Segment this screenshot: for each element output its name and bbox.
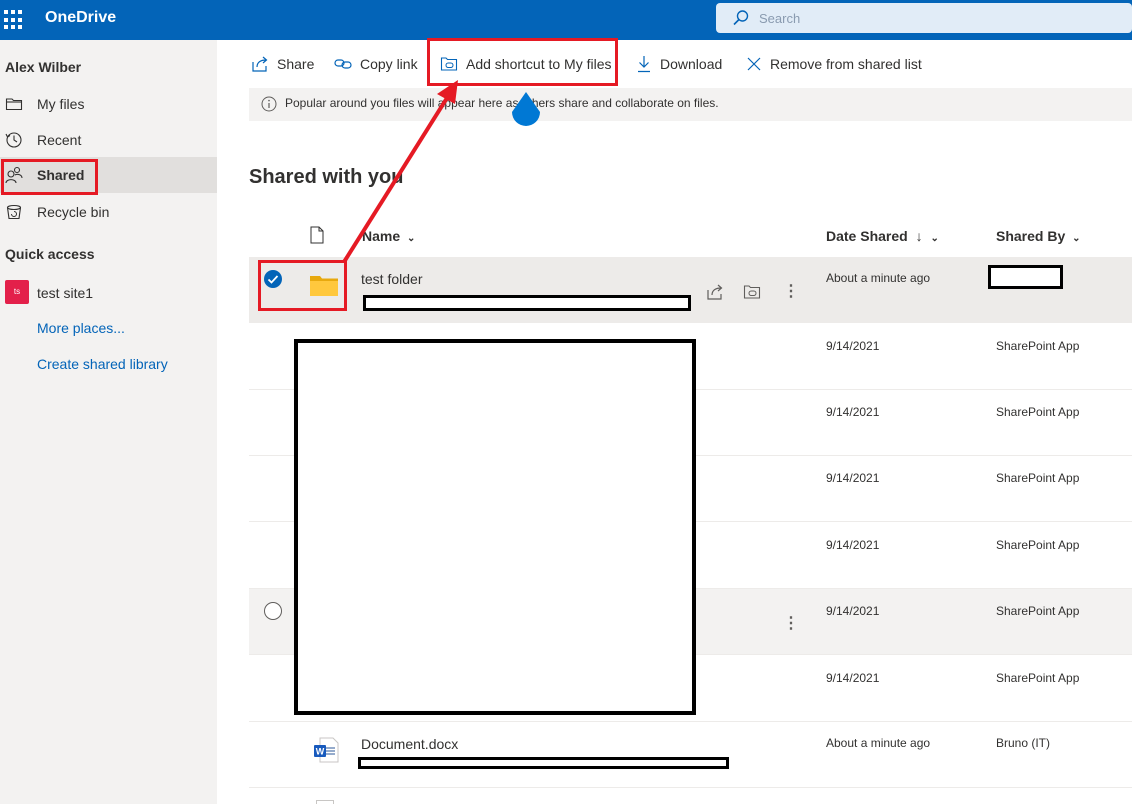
info-icon [261,96,277,112]
more-options-icon[interactable]: ⋮ [783,281,799,301]
folder-icon [5,98,23,111]
word-doc-icon: W [314,737,339,763]
column-date-label: Date Shared [826,228,908,244]
sidebar-item-label: Recycle bin [37,204,110,220]
row-shared-by: SharePoint App [996,471,1080,485]
remove-label: Remove from shared list [770,56,922,72]
user-name: Alex Wilber [5,59,82,75]
info-banner-text: Popular around you files will appear her… [285,96,719,110]
copy-link-label: Copy link [360,56,418,72]
info-banner: Popular around you files will appear her… [249,88,1132,121]
row-date: 9/14/2021 [826,604,880,618]
site-label: test site1 [37,285,94,301]
chevron-down-icon: ⌄ [1072,233,1081,244]
redaction-bar [988,265,1063,289]
create-shared-library-link[interactable]: Create shared library [37,356,168,372]
row-shared-by: SharePoint App [996,538,1080,552]
app-launcher-icon[interactable] [4,10,24,30]
column-by-label: Shared By [996,228,1066,244]
row-date: 9/14/2021 [826,471,880,485]
clock-icon [5,132,22,148]
chevron-down-icon: ⌄ [407,233,416,244]
download-icon [638,56,650,73]
row-name[interactable]: test folder [361,271,422,287]
share-icon [252,56,268,72]
search-box[interactable]: Search [716,3,1132,33]
redaction-bar [358,757,729,769]
search-icon [733,10,749,26]
share-label: Share [277,56,315,72]
row-shared-by: SharePoint App [996,604,1080,618]
file-type-icon[interactable] [310,226,324,244]
sidebar-item-recycle-bin[interactable]: Recycle bin [0,194,217,230]
add-shortcut-icon[interactable] [743,283,761,301]
download-label: Download [660,56,723,72]
download-button[interactable]: Download [636,53,722,75]
recycle-bin-icon [6,204,22,220]
top-bar: OneDrive Search [0,0,1132,40]
row-date: 9/14/2021 [826,339,880,353]
row-shared-by: SharePoint App [996,671,1080,685]
column-header-shared-by[interactable]: Shared By ⌄ [996,228,1081,244]
page-title: Shared with you [249,166,404,188]
link-icon [334,59,352,69]
row-date: About a minute ago [826,271,931,285]
sidebar-item-recent[interactable]: Recent [0,122,217,158]
sidebar-item-my-files[interactable]: My files [0,86,217,122]
quick-access-heading: Quick access [5,246,95,262]
row-shared-by: Bruno (IT) [996,736,1051,750]
more-options-icon[interactable]: ⋮ [783,613,799,633]
more-places-link[interactable]: More places... [37,320,125,336]
row-date: About a minute ago [826,736,931,750]
command-bar: Share Copy link Add shortcut to My files… [217,40,1132,88]
svg-text:W: W [316,747,325,757]
sidebar-item-label: Recent [37,132,82,148]
annotation-highlight-row [258,260,347,311]
redaction-box [294,339,696,715]
annotation-highlight-shared [1,159,98,195]
row-date: 9/14/2021 [826,538,880,552]
redaction-bar [363,295,691,311]
row-name[interactable]: Document.docx [361,736,458,752]
chevron-down-icon: ⌄ [930,233,939,244]
close-icon [747,57,761,71]
file-icon [316,800,334,804]
sidebar-item-label: My files [37,96,85,112]
table-row[interactable]: W Document.docx About a minute ago Bruno… [249,722,1132,788]
sort-descending-icon: ↓ [915,228,923,244]
sidebar-item-site[interactable]: ts test site1 [0,272,217,308]
row-date: 9/14/2021 [826,405,880,419]
row-shared-by: SharePoint App [996,405,1080,419]
column-header-name[interactable]: Name ⌄ [362,228,415,244]
search-input[interactable]: Search [759,11,800,26]
row-select-radio[interactable] [264,602,282,620]
annotation-highlight-add-shortcut [427,38,618,86]
app-name[interactable]: OneDrive [45,9,116,27]
remove-from-shared-list-button[interactable]: Remove from shared list [746,53,922,75]
share-icon[interactable] [706,283,724,301]
sidebar: Alex Wilber My files Recent Shared Recyc… [0,40,217,804]
share-button[interactable]: Share [251,53,314,75]
cursor-drop-icon [512,92,540,126]
column-header-date-shared[interactable]: Date Shared ↓ ⌄ [826,228,939,244]
row-shared-by: SharePoint App [996,339,1080,353]
copy-link-button[interactable]: Copy link [334,53,418,75]
row-date: 9/14/2021 [826,671,880,685]
site-badge: ts [5,280,29,304]
column-name-label: Name [362,228,401,244]
